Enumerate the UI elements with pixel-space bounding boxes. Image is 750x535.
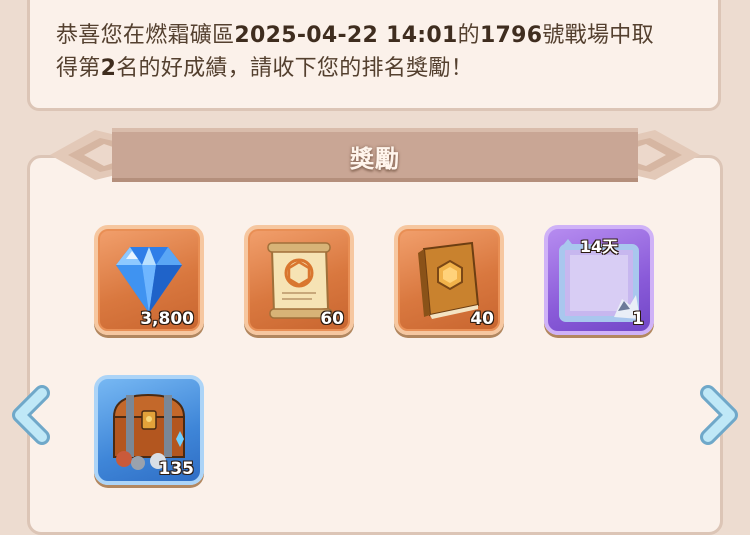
message-card: 恭喜您在燃霜礦區2025-04-22 14:01的1796號戰場中取得第2名的好…: [27, 0, 721, 111]
battlefield-number: 1796: [479, 23, 543, 48]
reward-message: 恭喜您在燃霜礦區2025-04-22 14:01的1796號戰場中取得第2名的好…: [56, 19, 706, 85]
item-count: 1: [632, 309, 644, 329]
reward-item-scroll[interactable]: 60: [244, 225, 354, 335]
item-count: 3,800: [140, 309, 194, 329]
rank-number: 2: [100, 56, 117, 81]
item-duration: 14天: [579, 237, 619, 256]
message-text: 號戰場中取: [542, 23, 654, 48]
chevron-left-icon[interactable]: [8, 385, 52, 445]
message-text: 名的好成績，請收下您的排名獎勵！: [116, 56, 474, 81]
rewards-title: 獎勵: [350, 145, 400, 173]
reward-item-treasure-chest[interactable]: 135: [94, 375, 204, 485]
reward-item-diamond[interactable]: 3,800: [94, 225, 204, 335]
item-count: 60: [320, 309, 344, 329]
message-text: 得第: [56, 56, 101, 81]
item-count: 135: [158, 459, 195, 479]
reward-item-book[interactable]: 40: [394, 225, 504, 335]
chevron-right-icon[interactable]: [698, 385, 742, 445]
reward-item-avatar-frame[interactable]: 14天 1: [544, 225, 654, 335]
item-count: 40: [470, 309, 494, 329]
battle-datetime: 2025-04-22 14:01: [234, 23, 458, 48]
message-text: 的: [457, 23, 480, 48]
message-text: 恭喜您在燃霜礦區: [56, 23, 235, 48]
